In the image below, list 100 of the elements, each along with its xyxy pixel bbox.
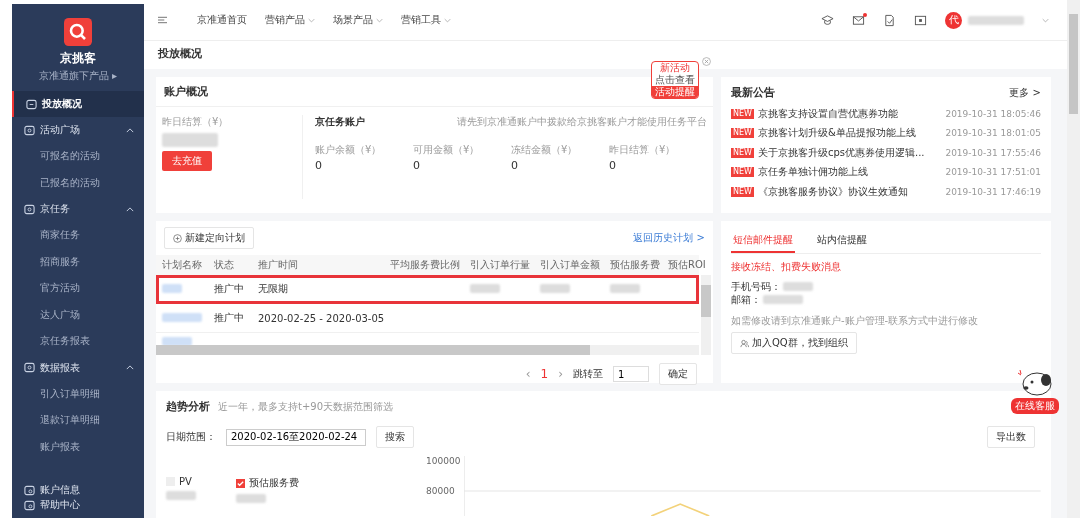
notice-link[interactable]: 《京挑客服务协议》协议生效通知 <box>757 184 942 199</box>
new-tag: NEW <box>731 167 754 178</box>
date-range-field[interactable]: 2020-02-16至2020-02-24 <box>226 428 366 446</box>
column-header: 预估服务费 <box>610 258 661 272</box>
sidebar-subitem[interactable]: 京任务报表 <box>12 328 144 355</box>
export-button[interactable]: 导出数 <box>987 426 1035 448</box>
notice-link[interactable]: 京挑客支持设置自营优惠券功能 <box>757 106 942 121</box>
chevron-icon <box>126 365 134 370</box>
blurred-cell <box>470 283 500 293</box>
graduation-cap-icon[interactable] <box>821 13 834 27</box>
stat-value: 0 <box>315 159 323 172</box>
recharge-button[interactable]: 去充值 <box>162 151 212 171</box>
sidebar-footer-item[interactable]: 帮助中心 <box>24 498 144 512</box>
sidebar-subitem[interactable]: 账户报表 <box>12 433 144 460</box>
blurred-username <box>968 15 1024 25</box>
blurred-cell <box>540 283 570 293</box>
page-number[interactable]: 1 <box>540 367 549 381</box>
table-cell-text: 推广中 <box>214 282 245 296</box>
notice-link[interactable]: 京任务单独计佣功能上线 <box>757 165 942 180</box>
stat-label: 冻结金额（¥） <box>511 143 579 157</box>
sidebar-subitem[interactable]: 商家任务 <box>12 222 144 249</box>
phone-label: 手机号码： <box>731 279 781 294</box>
vertical-scrollbar[interactable] <box>701 275 711 355</box>
notice-date: 2019-10-31 17:46:19 <box>945 186 1041 197</box>
tab[interactable]: 短信邮件提醒 <box>731 229 795 253</box>
sidebar-item[interactable]: 活动广场 <box>12 117 144 143</box>
sidebar-subitem[interactable]: 退款订单明细 <box>12 407 144 434</box>
history-link[interactable]: 返回历史计划 > <box>633 231 705 245</box>
stat-label: 账户余额（¥） <box>315 143 383 157</box>
card-title: 最新公告 <box>731 85 775 100</box>
blurred-value <box>166 491 196 500</box>
jump-label: 跳转至 <box>573 367 603 381</box>
menu-icon[interactable] <box>158 16 167 24</box>
column-header: 引入订单金额 <box>540 258 601 272</box>
new-tag: NEW <box>731 147 754 158</box>
new-tag: NEW <box>731 186 754 197</box>
avatar[interactable]: 代 <box>945 11 962 29</box>
stat-value: 0 <box>511 159 519 172</box>
notice-link[interactable]: 京挑客计划升级&单品提报功能上线 <box>757 126 942 141</box>
qq-group-button[interactable]: 加入QQ群，找到组织 <box>731 332 857 354</box>
sidebar-item[interactable]: 数据报表 <box>12 354 144 381</box>
table-row[interactable]: 推广中 无限期 <box>156 275 699 304</box>
top-menu-item[interactable]: 营销工具 <box>401 13 451 27</box>
top-menu-item[interactable]: 场景产品 <box>333 13 383 27</box>
task-note: 请先到京准通账户中拨款给京挑客账户才能使用任务平台 <box>457 115 707 129</box>
customer-service-widget[interactable]: 在线客服 <box>1011 368 1059 414</box>
plus-circle-icon <box>173 233 182 243</box>
sidebar-subitem[interactable]: 达人广场 <box>12 301 144 328</box>
stat-value: 0 <box>609 159 617 172</box>
sidebar-item[interactable]: 京任务 <box>12 196 144 222</box>
page-input[interactable]: 1 <box>613 366 649 382</box>
blurred-cell <box>610 283 640 293</box>
sidebar-subitem[interactable]: 引入订单明细 <box>12 380 144 407</box>
sidebar-subitem[interactable]: 官方活动 <box>12 275 144 302</box>
service-label: 在线客服 <box>1011 398 1059 414</box>
sidebar-subitem[interactable]: 招商服务 <box>12 248 144 275</box>
tab[interactable]: 站内信提醒 <box>815 229 869 253</box>
menu-item-icon <box>24 203 35 215</box>
card-title: 趋势分析 <box>166 399 210 414</box>
top-menu-item[interactable]: 京准通首页 <box>197 13 247 27</box>
search-button[interactable]: 搜索 <box>376 426 414 448</box>
close-icon[interactable] <box>702 57 711 66</box>
more-link[interactable]: 更多 > <box>1009 85 1041 100</box>
people-icon <box>740 338 749 348</box>
stat-value: 0 <box>413 159 421 172</box>
blurred-plan-name <box>162 336 192 346</box>
screen-icon[interactable] <box>914 13 927 27</box>
sidebar-item[interactable]: 投放概况 <box>12 91 144 117</box>
email-label: 邮箱： <box>731 292 761 307</box>
search-logo-icon <box>64 18 92 46</box>
page-scrollbar[interactable] <box>1067 0 1080 518</box>
sidebar-subitem[interactable]: 已报名的活动 <box>12 169 144 196</box>
table-row[interactable]: 推广中 2020-02-25 - 2020-03-05 <box>156 304 699 333</box>
new-tag: NEW <box>731 108 754 119</box>
blurred-amount <box>162 133 218 147</box>
menu-item-icon <box>24 124 35 136</box>
notice-date: 2019-10-31 18:01:05 <box>945 128 1041 139</box>
confirm-button[interactable]: 确定 <box>659 363 697 385</box>
blurred-value <box>236 494 266 503</box>
sidebar-subitem[interactable]: 可报名的活动 <box>12 143 144 170</box>
promo-badge[interactable]: 新活动 点击查看 活动提醒 <box>651 61 699 99</box>
notice-link[interactable]: 关于京挑客升级cps优惠券使用逻辑... <box>757 145 942 160</box>
table-cell-text: 2020-02-25 - 2020-03-05 <box>258 312 386 324</box>
checkbox[interactable] <box>236 478 245 488</box>
brand-subtitle[interactable]: 京准通旗下产品 ▸ <box>38 69 118 83</box>
new-plan-button[interactable]: 新建定向计划 <box>164 227 254 249</box>
table-cell-text: 无限期 <box>258 282 289 296</box>
mail-icon[interactable] <box>852 13 865 27</box>
date-label: 日期范围： <box>166 430 216 444</box>
alert-note: 如需修改请到京准通账户-账户管理-联系方式中进行修改 <box>731 314 980 328</box>
axis-tick-label: 80000 <box>426 486 456 496</box>
sidebar-footer-item[interactable]: 账户信息 <box>24 483 144 497</box>
column-header: 预估ROI <box>668 258 707 272</box>
top-menu-item[interactable]: 营销产品 <box>265 13 315 27</box>
document-icon[interactable] <box>883 13 896 27</box>
stat-label: 可用金额（¥） <box>413 143 481 157</box>
legend-label: 预估服务费 <box>249 476 299 490</box>
menu-item-icon <box>26 98 37 110</box>
horizontal-scrollbar[interactable] <box>156 345 699 355</box>
stat-label: 昨日结算（¥） <box>162 115 229 129</box>
